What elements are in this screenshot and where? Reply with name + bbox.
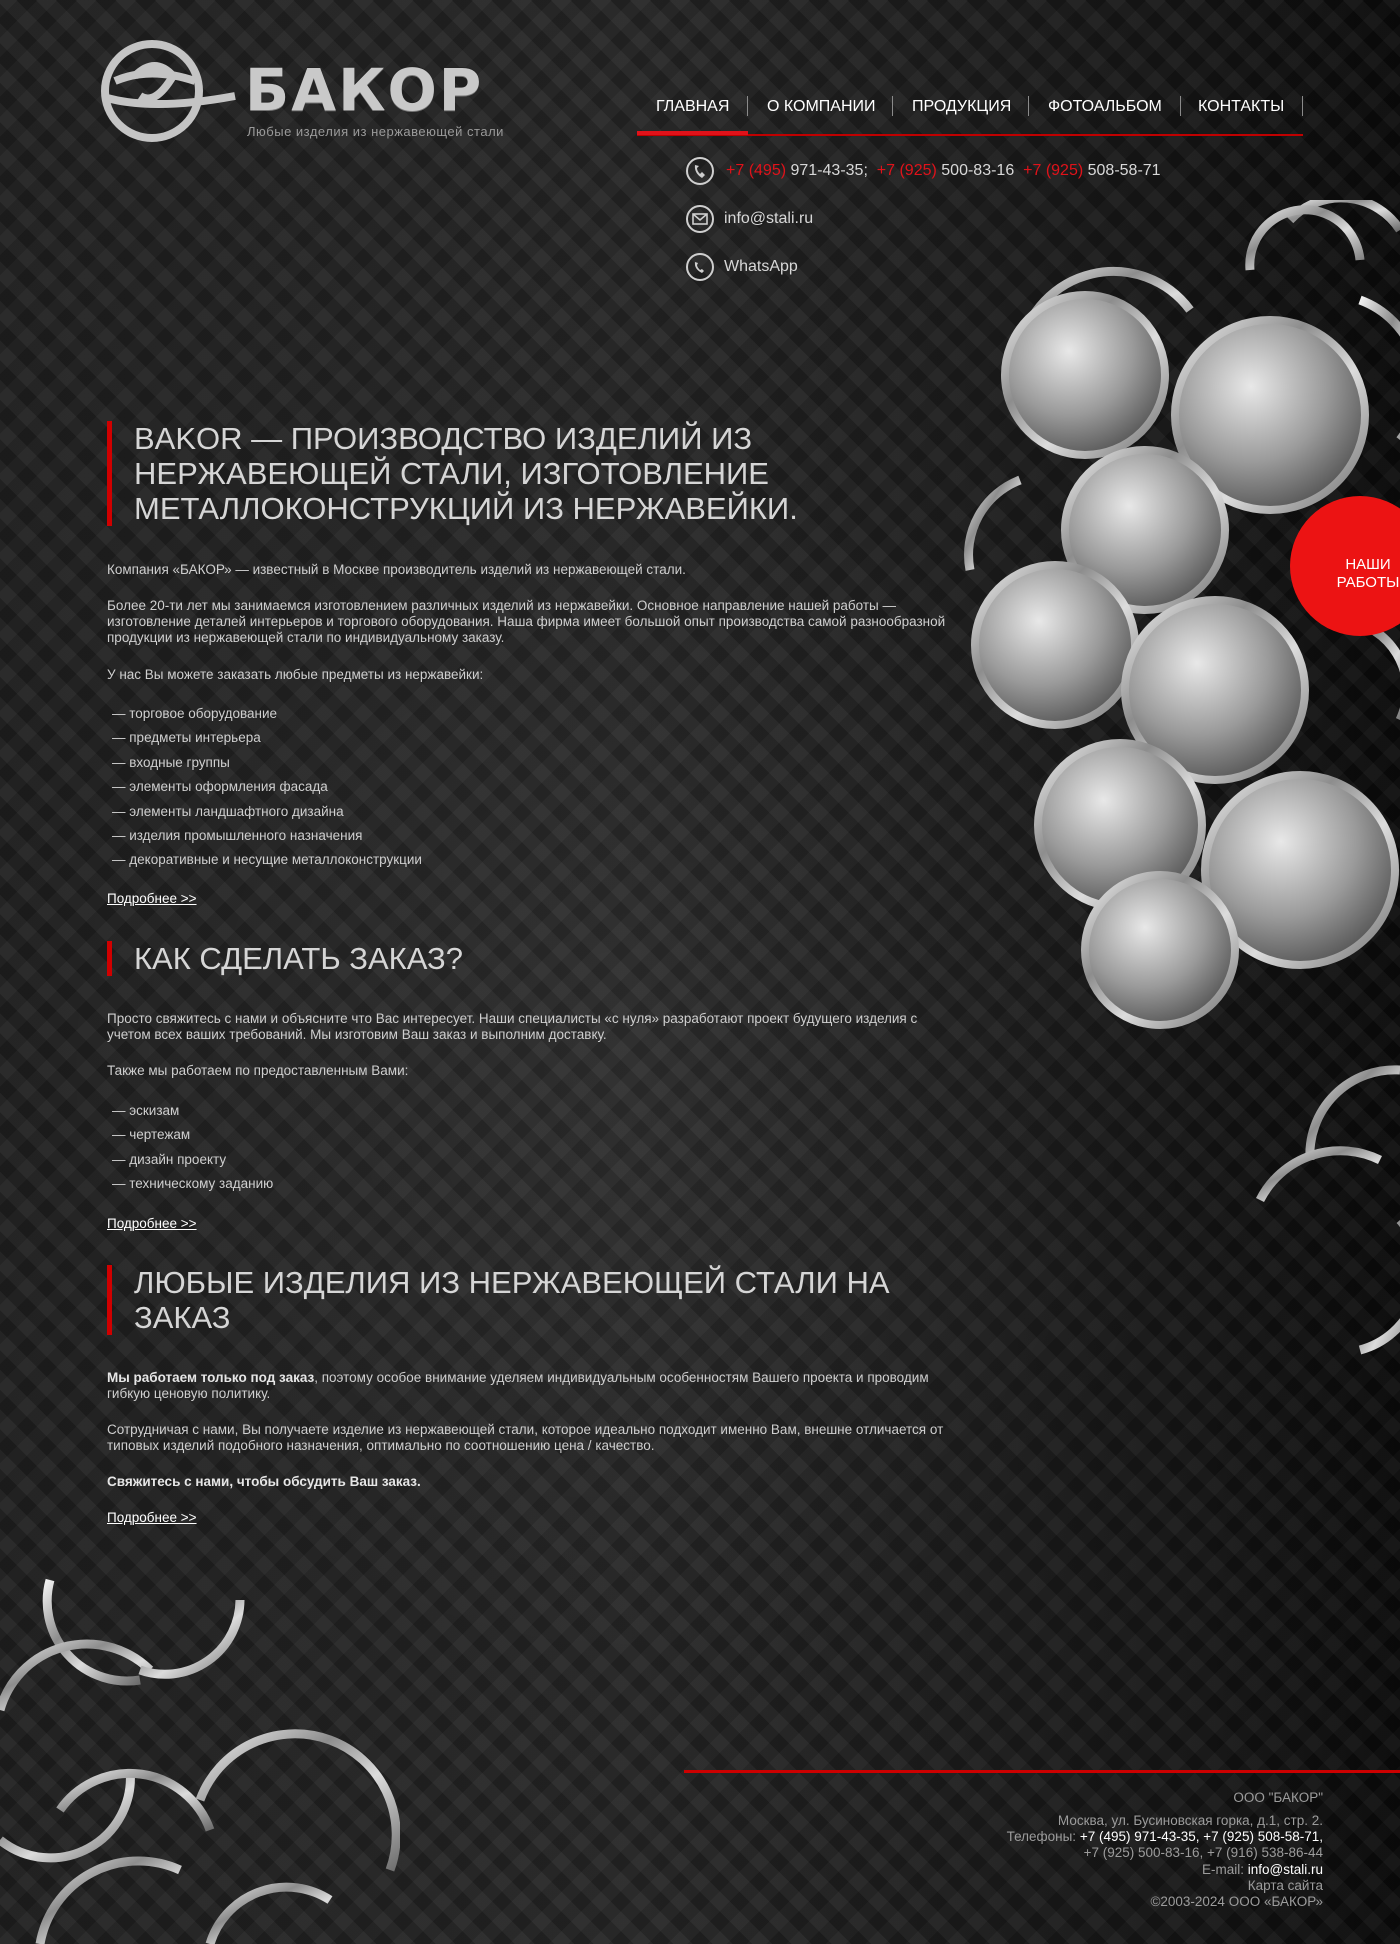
nav-item-products[interactable]: ПРОДУКЦИЯ (912, 98, 1011, 116)
phone-number[interactable]: 500-83-16 (941, 162, 1014, 179)
logo-tagline: Любые изделия из нержавеющей стали (247, 124, 504, 139)
nav-item-contacts[interactable]: КОНТАКТЫ (1198, 98, 1284, 116)
offer-paragraph: У нас Вы можете заказать любые предметы … (107, 667, 484, 682)
list-item: — торговое оборудование (112, 706, 278, 721)
list-item: — входные группы (112, 755, 230, 770)
page-title: BAKOR — ПРОИЗВОДСТВО ИЗДЕЛИЙ ИЗ НЕРЖАВЕЮ… (134, 421, 798, 526)
list-item: — эскизам (112, 1103, 180, 1118)
more-link[interactable]: Подробнее >> (107, 1216, 197, 1231)
mail-icon (686, 205, 714, 233)
materials-paragraph: Также мы работаем по предоставленным Вам… (107, 1063, 409, 1078)
section-heading-order: КАК СДЕЛАТЬ ЗАКАЗ? (107, 941, 463, 976)
experience-paragraph: Более 20-ти лет мы занимаемся изготовлен… (107, 598, 946, 645)
phone-number[interactable]: 508-58-71 (1088, 162, 1161, 179)
section-heading-custom: ЛЮБЫЕ ИЗДЕЛИЯ ИЗ НЕРЖАВЕЮЩЕЙ СТАЛИ НА ЗА… (107, 1265, 890, 1335)
custom-paragraph: Мы работаем только под заказ, поэтому ос… (107, 1370, 929, 1401)
intro-paragraph: Компания «БАКОР» — известный в Москве пр… (107, 562, 686, 577)
nav-separator (1180, 96, 1181, 116)
nav-separator (1028, 96, 1029, 116)
decorative-rings-right (964, 200, 1400, 1355)
phone-number[interactable]: 971-43-35; (791, 162, 868, 179)
section-heading-production: BAKOR — ПРОИЗВОДСТВО ИЗДЕЛИЙ ИЗ НЕРЖАВЕЮ… (107, 421, 798, 526)
nav-separator (747, 96, 748, 116)
footer-sitemap-link[interactable]: Карта сайта (1248, 1878, 1323, 1893)
footer-copyright: ©2003-2024 ООО «БАКОР» (1150, 1894, 1323, 1909)
footer-divider (684, 1770, 1400, 1773)
phone-code[interactable]: +7 (925) (1023, 162, 1083, 179)
list-item: — техническому заданию (112, 1176, 274, 1191)
more-link[interactable]: Подробнее >> (107, 891, 197, 906)
work-photo (971, 561, 1139, 729)
contact-us-text: Свяжитесь с нами, чтобы обсудить Ваш зак… (107, 1474, 421, 1489)
nav-separator (892, 96, 893, 116)
phone-icon (686, 157, 714, 185)
list-item: — чертежам (112, 1127, 191, 1142)
logo-name[interactable]: БАКОР (245, 56, 483, 124)
contact-whatsapp[interactable]: WhatsApp (724, 258, 798, 276)
list-item: — элементы ландшафтного дизайна (112, 804, 344, 819)
section-title: ЛЮБЫЕ ИЗДЕЛИЯ ИЗ НЕРЖАВЕЮЩЕЙ СТАЛИ НА ЗА… (134, 1265, 890, 1335)
contact-email[interactable]: info@stali.ru (724, 210, 813, 228)
footer-phones-line2: +7 (925) 500-83-16, +7 (916) 538-86-44 (1083, 1845, 1323, 1860)
phone-code[interactable]: +7 (495) (726, 162, 786, 179)
footer-company: ООО "БАКОР" (1233, 1790, 1323, 1805)
phone-code[interactable]: +7 (925) (877, 162, 937, 179)
whatsapp-icon (686, 253, 714, 281)
list-item: — изделия промышленного назначения (112, 828, 363, 843)
footer-address: Москва, ул. Бусиновская горка, д.1, стр.… (1057, 1813, 1323, 1828)
cooperation-paragraph: Сотрудничая с нами, Вы получаете изделие… (107, 1422, 944, 1453)
nav-item-photoalbum[interactable]: ФОТОАЛЬБОМ (1048, 98, 1162, 116)
contact-phones: +7 (495) 971-43-35; +7 (925) 500-83-16 +… (726, 162, 1161, 180)
more-link[interactable]: Подробнее >> (107, 1510, 197, 1525)
footer-phones: Телефоны: +7 (495) 971-43-35, +7 (925) 5… (1006, 1829, 1323, 1844)
decorative-rings-left (0, 1578, 400, 1944)
list-item: — дизайн проекту (112, 1152, 227, 1167)
footer-email-link[interactable]: info@stali.ru (1248, 1862, 1323, 1877)
footer-email: E-mail: info@stali.ru (1201, 1862, 1323, 1877)
nav-item-home[interactable]: ГЛАВНАЯ (656, 98, 729, 116)
nav-separator (1302, 96, 1303, 116)
work-photo (1081, 871, 1239, 1029)
section-title: КАК СДЕЛАТЬ ЗАКАЗ? (134, 941, 464, 976)
list-item: — элементы оформления фасада (112, 779, 328, 794)
list-item: — декоративные и несущие металлоконструк… (112, 852, 422, 867)
our-works-badge-label[interactable]: НАШИ РАБОТЫ (1318, 556, 1400, 592)
work-photo (1001, 291, 1169, 459)
list-item: — предметы интерьера (112, 730, 261, 745)
main-nav: ГЛАВНАЯ О КОМПАНИИ ПРОДУКЦИЯ ФОТОАЛЬБОМ … (637, 90, 1303, 136)
nav-item-about[interactable]: О КОМПАНИИ (767, 98, 876, 116)
nav-active-indicator (637, 131, 748, 135)
order-paragraph: Просто свяжитесь с нами и объясните что … (107, 1011, 918, 1042)
